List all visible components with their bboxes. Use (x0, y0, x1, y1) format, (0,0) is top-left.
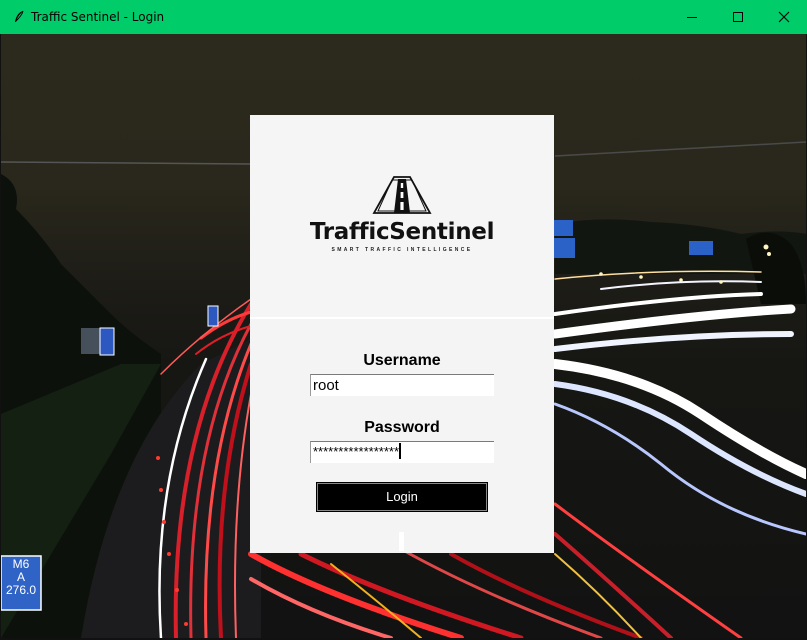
distance-marker-sign: M6 A 276.0 (1, 558, 41, 597)
brand-tagline: SMART TRAFFIC INTELLIGENCE (331, 247, 473, 253)
sign-line-3: 276.0 (5, 583, 37, 597)
minimize-icon (687, 17, 697, 18)
password-input[interactable]: ***************** (310, 441, 494, 463)
feather-icon (9, 0, 29, 34)
close-button[interactable] (761, 0, 807, 34)
maximize-button[interactable] (715, 0, 761, 34)
maximize-icon (733, 12, 743, 22)
password-mask: ***************** (313, 444, 400, 459)
login-card: TrafficSentinel SMART TRAFFIC INTELLIGEN… (250, 115, 554, 553)
username-input[interactable] (310, 374, 494, 396)
login-button[interactable]: Login (316, 482, 488, 512)
close-icon (778, 11, 790, 23)
resize-grip (399, 532, 404, 551)
road-icon (370, 175, 434, 220)
logo-area: TrafficSentinel SMART TRAFFIC INTELLIGEN… (250, 115, 554, 318)
text-cursor (399, 443, 402, 459)
password-label: Password (364, 419, 440, 436)
window-title: Traffic Sentinel - Login (31, 10, 165, 24)
title-bar[interactable]: Traffic Sentinel - Login (0, 0, 807, 34)
brand-name: TrafficSentinel (309, 219, 495, 245)
divider (250, 317, 554, 319)
username-label: Username (363, 352, 441, 369)
minimize-button[interactable] (669, 0, 715, 34)
